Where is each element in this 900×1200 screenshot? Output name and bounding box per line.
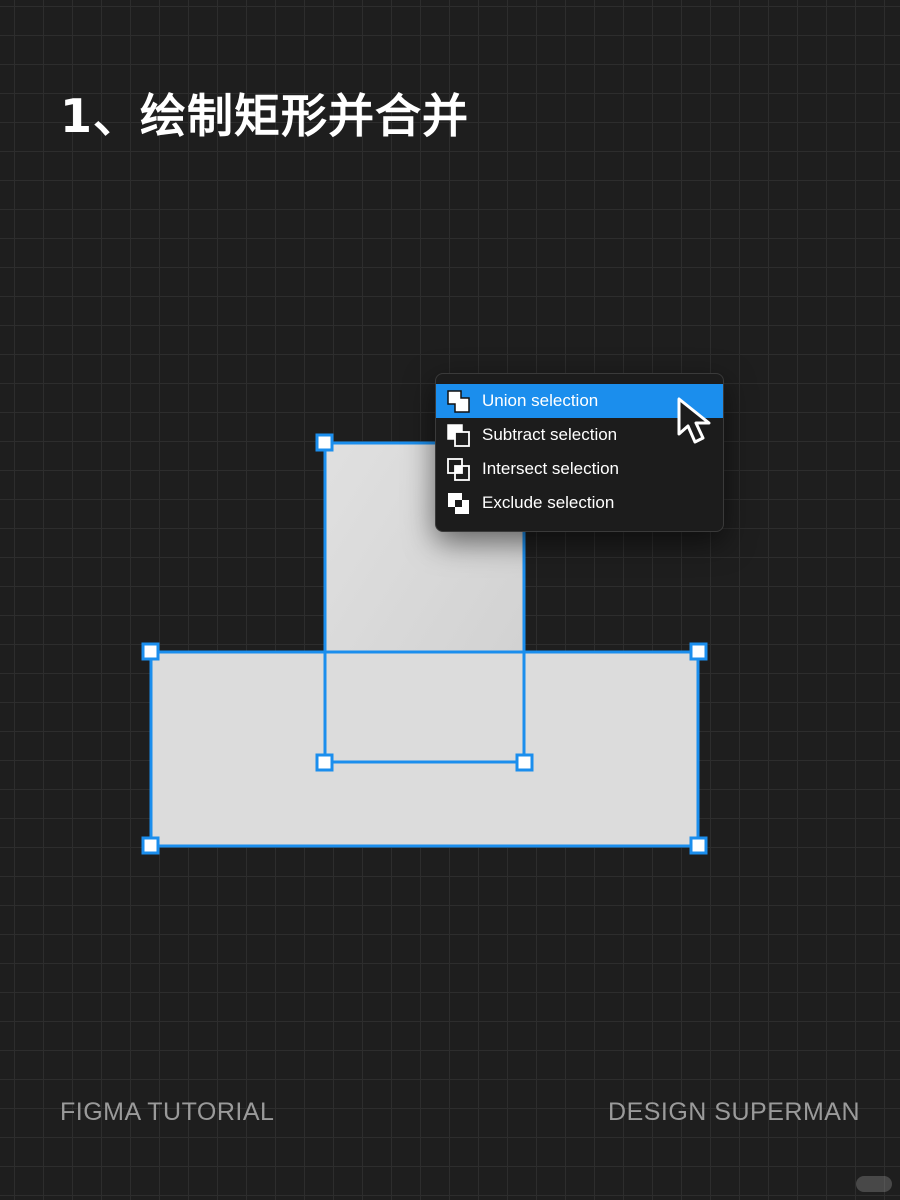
resize-handle[interactable] — [141, 642, 160, 661]
menu-item-intersect[interactable]: Intersect selection — [436, 452, 723, 486]
menu-item-label: Subtract selection — [482, 425, 618, 444]
menu-item-label: Union selection — [482, 391, 599, 410]
resize-handle[interactable] — [315, 433, 334, 452]
resize-handle[interactable] — [141, 836, 160, 855]
resize-handle[interactable] — [689, 836, 708, 855]
menu-item-label: Intersect selection — [482, 459, 620, 478]
mouse-pointer-icon — [677, 397, 711, 444]
horizontal-rectangle[interactable] — [151, 652, 698, 846]
resize-handle[interactable] — [315, 753, 334, 772]
union-icon — [446, 389, 471, 414]
exclude-icon — [446, 491, 471, 516]
resize-handle[interactable] — [515, 753, 534, 772]
design-canvas[interactable] — [0, 0, 900, 1200]
intersect-icon — [446, 457, 471, 482]
resize-handle[interactable] — [689, 642, 708, 661]
subtract-icon — [446, 423, 471, 448]
footer-left-label: FIGMA TUTORIAL — [60, 1098, 275, 1126]
menu-item-exclude[interactable]: Exclude selection — [436, 486, 723, 520]
menu-item-label: Exclude selection — [482, 493, 615, 512]
footer-right-label: DESIGN SUPERMAN — [608, 1098, 860, 1126]
watermark-badge — [856, 1176, 892, 1192]
